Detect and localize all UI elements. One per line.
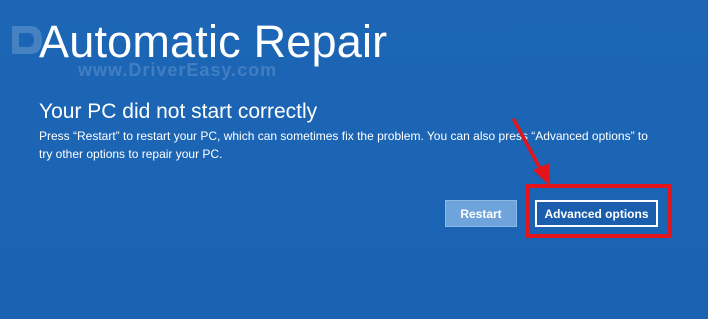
restart-button[interactable]: Restart <box>445 200 517 227</box>
page-subtitle: Your PC did not start correctly <box>39 100 318 123</box>
red-arrow-icon <box>512 118 550 185</box>
recovery-screen: Automatic Repair www.DriverEasy.com Your… <box>0 0 708 319</box>
watermark-text: www.DriverEasy.com <box>78 60 278 80</box>
repair-message: Press “Restart” to restart your PC, whic… <box>39 129 648 161</box>
highlight-annotation-box <box>526 184 672 238</box>
